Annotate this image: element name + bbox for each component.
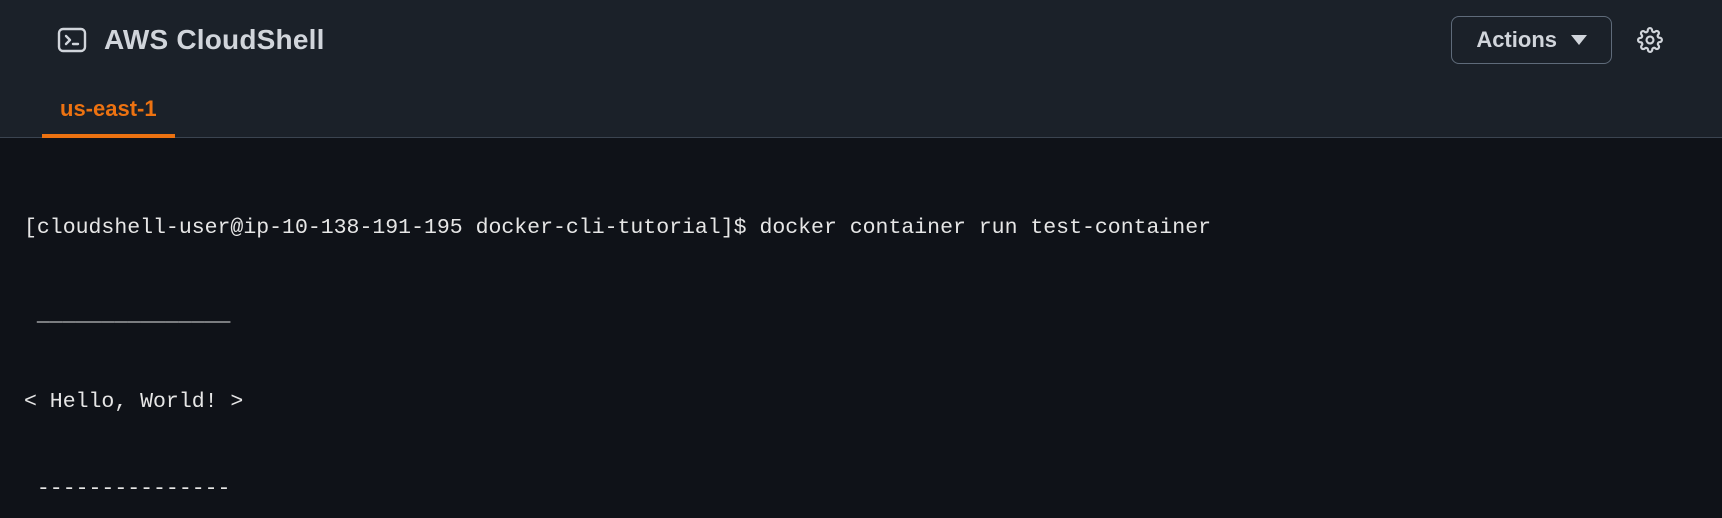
title-group: AWS CloudShell xyxy=(56,24,325,56)
command-text: docker container run test-container xyxy=(759,216,1211,240)
terminal-output-1: < Hello, World! > xyxy=(24,388,1698,417)
cloudshell-icon xyxy=(56,24,88,56)
gear-icon xyxy=(1637,27,1663,53)
actions-button[interactable]: Actions xyxy=(1451,16,1612,64)
chevron-down-icon xyxy=(1571,35,1587,45)
prompt-text: [cloudshell-user@ip-10-138-191-195 docke… xyxy=(24,216,747,240)
terminal-output-0: _______________ xyxy=(24,301,1698,330)
tab-region[interactable]: us-east-1 xyxy=(42,86,175,138)
tab-bar: us-east-1 xyxy=(0,74,1722,138)
actions-label: Actions xyxy=(1476,27,1557,53)
terminal-output-2: --------------- xyxy=(24,475,1698,504)
page-title: AWS CloudShell xyxy=(104,24,325,56)
header-right: Actions xyxy=(1451,16,1666,64)
header-bar: AWS CloudShell Actions xyxy=(0,0,1722,74)
terminal-line-command: [cloudshell-user@ip-10-138-191-195 docke… xyxy=(24,214,1698,243)
settings-button[interactable] xyxy=(1634,24,1666,56)
terminal-pane[interactable]: [cloudshell-user@ip-10-138-191-195 docke… xyxy=(0,138,1722,518)
